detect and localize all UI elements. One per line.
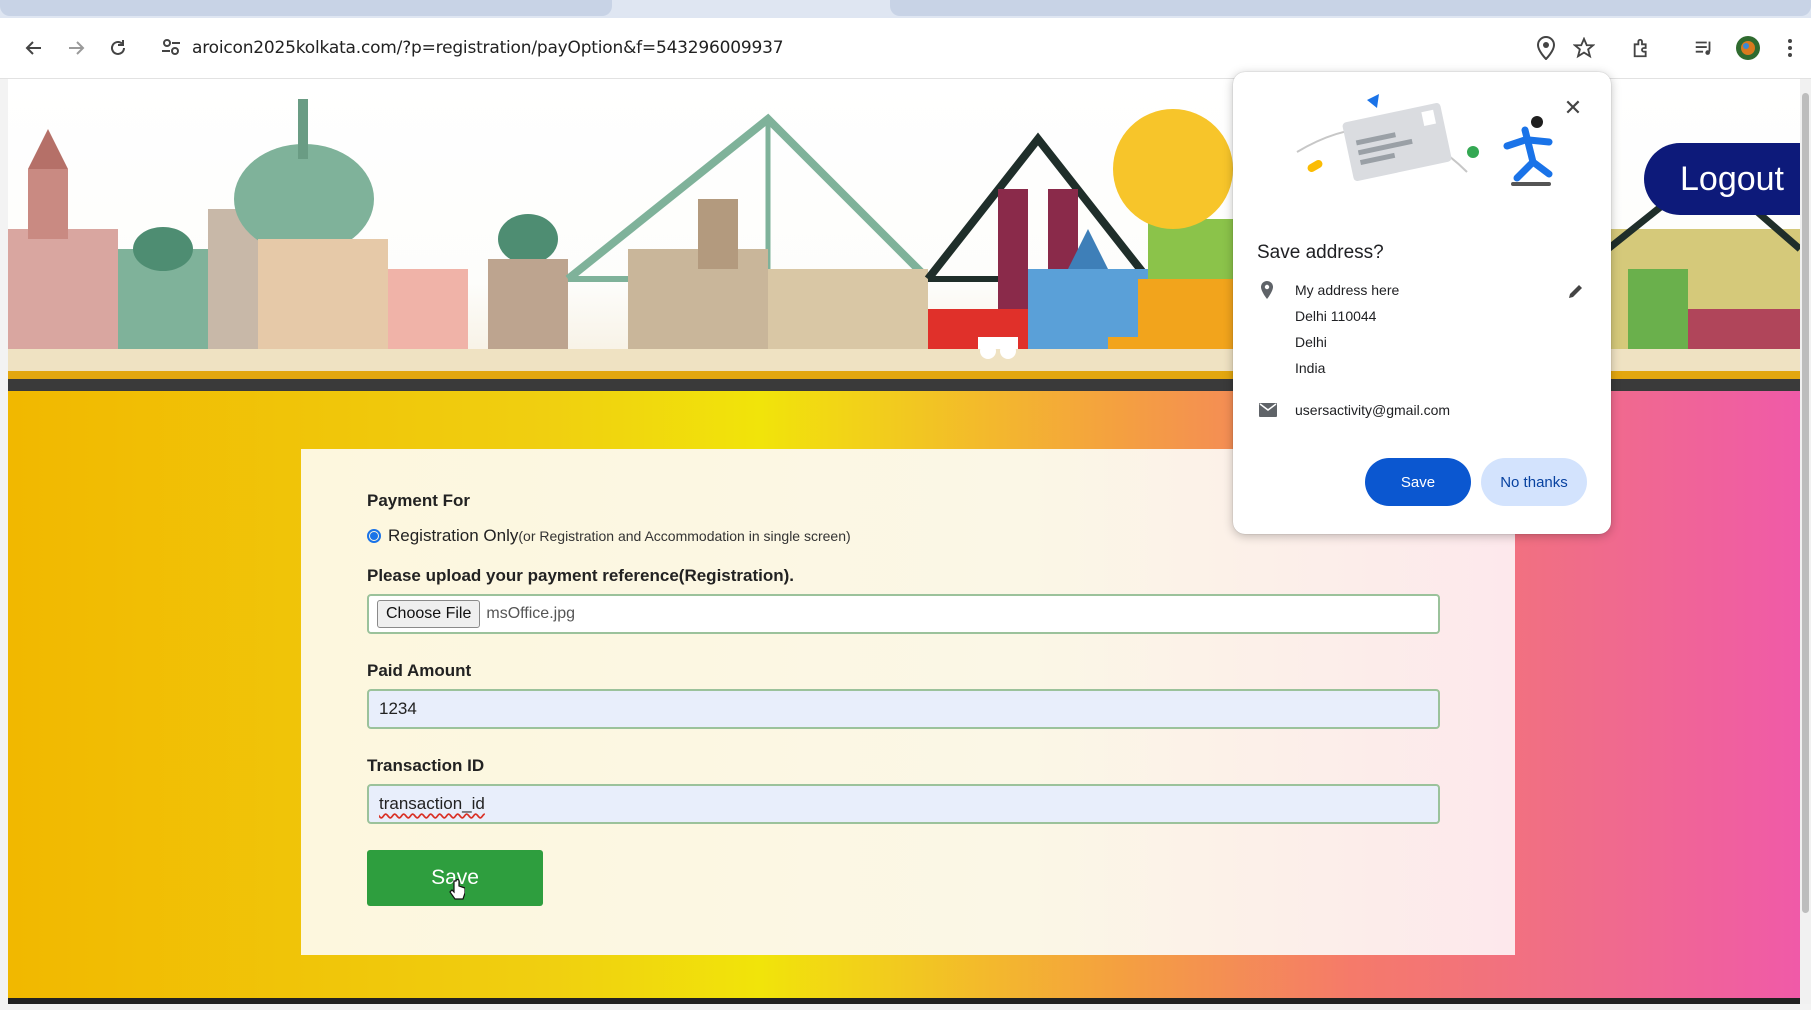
payment-reference-file-input[interactable]: Choose File msOffice.jpg (367, 594, 1440, 634)
page-scrollbar[interactable] (1800, 79, 1811, 1004)
extensions-icon[interactable] (1628, 34, 1656, 62)
transaction-id-value: transaction_id (379, 794, 485, 813)
address-line-2: Delhi 110044 (1295, 308, 1377, 324)
browser-toolbar: aroicon2025kolkata.com/?p=registration/p… (0, 18, 1811, 79)
menu-kebab-icon[interactable] (1776, 34, 1804, 62)
radio-note: (or Registration and Accommodation in si… (518, 528, 851, 544)
reload-icon[interactable] (104, 34, 132, 62)
site-settings-icon[interactable] (160, 36, 182, 58)
profile-avatar[interactable] (1734, 34, 1762, 62)
back-icon[interactable] (20, 34, 48, 62)
paid-amount-label: Paid Amount (367, 661, 472, 680)
paid-amount-value: 1234 (379, 699, 417, 718)
address-line-4: India (1295, 360, 1326, 376)
tab-strip (0, 0, 1811, 18)
upload-label: Please upload your payment reference(Reg… (367, 566, 795, 585)
choose-file-button[interactable]: Choose File (377, 600, 481, 628)
popup-save-button[interactable]: Save (1365, 458, 1471, 506)
save-address-popup: ✕ Save address? My address here Delhi 11… (1233, 72, 1611, 534)
logout-button[interactable]: Logout (1644, 143, 1800, 215)
popup-title: Save address? (1257, 242, 1384, 263)
scrollbar-thumb[interactable] (1802, 93, 1809, 913)
selected-file-name: msOffice.jpg (486, 605, 575, 622)
transaction-id-label: Transaction ID (367, 756, 485, 775)
forward-icon[interactable] (62, 34, 90, 62)
email-icon (1259, 403, 1277, 417)
footer-bar (8, 998, 1800, 1004)
address-bar[interactable]: aroicon2025kolkata.com/?p=registration/p… (150, 26, 1600, 70)
save-address-illustration (1296, 94, 1553, 186)
paid-amount-input[interactable]: 1234 (367, 689, 1440, 729)
registration-radio[interactable] (367, 529, 381, 543)
registration-only-option[interactable]: Registration Only (or Registration and Ac… (367, 526, 851, 546)
no-thanks-button[interactable]: No thanks (1481, 458, 1587, 506)
browser-tab[interactable] (0, 0, 612, 16)
hand-cursor-icon (449, 879, 465, 900)
radio-label: Registration Only (388, 526, 519, 545)
url-text[interactable]: aroicon2025kolkata.com/?p=registration/p… (192, 38, 784, 58)
location-pin-icon (1261, 281, 1273, 299)
address-line-3: Delhi (1295, 334, 1327, 350)
media-queue-icon[interactable] (1690, 34, 1718, 62)
payment-for-label: Payment For (367, 491, 470, 510)
browser-tab[interactable] (890, 0, 1811, 16)
address-line-1: My address here (1295, 282, 1400, 298)
close-icon[interactable]: ✕ (1563, 95, 1583, 120)
transaction-id-input[interactable]: transaction_id (367, 784, 1440, 824)
email-address: usersactivity@gmail.com (1295, 402, 1451, 418)
location-icon[interactable] (1532, 34, 1560, 62)
edit-pencil-icon[interactable] (1567, 282, 1585, 300)
bookmark-star-icon[interactable] (1570, 34, 1598, 62)
